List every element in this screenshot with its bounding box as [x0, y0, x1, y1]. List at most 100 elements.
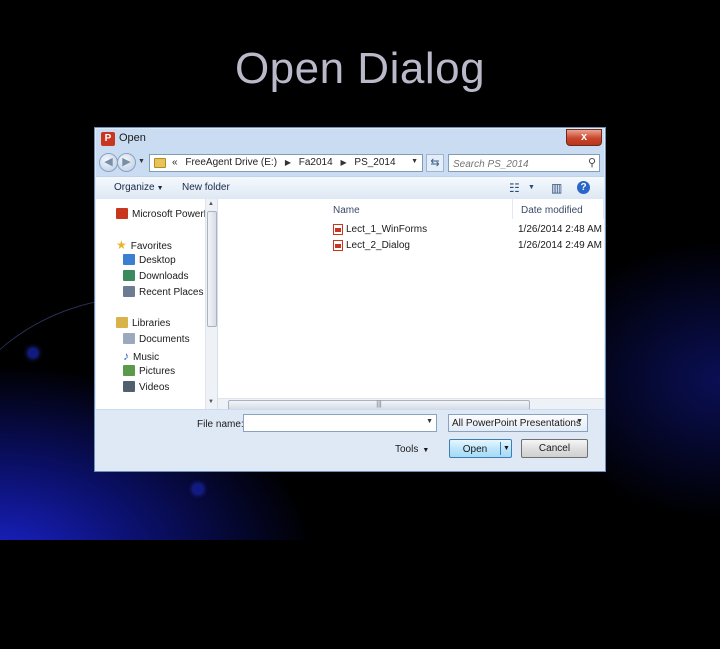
- navigation-bar: ◀ ▶ ▼ « FreeAgent Drive (E:) ▶ Fa2014 ▶ …: [95, 151, 605, 175]
- recent-pages-dropdown[interactable]: ▼: [138, 158, 145, 165]
- preview-pane-icon[interactable]: ▥: [551, 181, 562, 195]
- breadcrumb-folder[interactable]: Fa2014: [299, 157, 333, 168]
- search-input[interactable]: [451, 156, 583, 172]
- tools-button[interactable]: Tools ▼: [395, 444, 429, 455]
- music-icon: ♪: [123, 349, 129, 363]
- file-name-input[interactable]: [246, 416, 420, 432]
- refresh-button[interactable]: ⇆: [426, 154, 444, 172]
- nav-item-label: Libraries: [132, 318, 171, 329]
- table-row[interactable]: Lect_2_Dialog 1/26/2014 2:49 AM: [218, 239, 604, 253]
- nav-item-music[interactable]: ♪ Music: [123, 349, 159, 363]
- help-icon[interactable]: ?: [577, 181, 590, 194]
- star-icon: ★: [116, 238, 127, 252]
- navigation-pane: Microsoft PowerPo ★ Favorites Desktop Dow…: [96, 199, 218, 409]
- command-bar: Organize ▼ New folder ☷ ▼ ▥ ?: [96, 176, 604, 200]
- nav-item-pictures[interactable]: Pictures: [123, 365, 175, 379]
- close-button[interactable]: x: [566, 129, 602, 146]
- nav-pane-scrollbar[interactable]: ▲ ▼: [205, 199, 217, 409]
- nav-item-label: Recent Places: [139, 287, 204, 298]
- nav-item-documents[interactable]: Documents: [123, 333, 190, 347]
- dialog-title: Open: [119, 132, 146, 144]
- scroll-down-icon[interactable]: ▼: [208, 399, 214, 405]
- chevron-right-icon[interactable]: ▶: [340, 158, 346, 167]
- nav-item-powerpoint[interactable]: Microsoft PowerPo: [116, 208, 216, 222]
- desktop-icon: [123, 254, 135, 265]
- dialog-titlebar[interactable]: P Open x: [95, 128, 605, 150]
- breadcrumb-current[interactable]: PS_2014: [354, 157, 395, 168]
- file-type-select[interactable]: All PowerPoint Presentations ▼: [448, 414, 588, 432]
- table-row[interactable]: Lect_1_WinForms 1/26/2014 2:48 AM: [218, 223, 604, 237]
- folder-icon: [154, 158, 166, 168]
- powerpoint-icon: [116, 208, 128, 219]
- address-dropdown-icon[interactable]: ▼: [411, 158, 418, 165]
- nav-item-favorites[interactable]: ★ Favorites: [116, 238, 172, 252]
- chevron-down-icon[interactable]: ▼: [503, 445, 510, 452]
- sort-ascending-icon: ^: [418, 199, 422, 203]
- powerpoint-file-icon: [333, 224, 343, 235]
- organize-button[interactable]: Organize ▼: [114, 182, 164, 193]
- breadcrumb-overflow[interactable]: «: [172, 157, 178, 168]
- open-button[interactable]: Open ▼: [449, 439, 512, 458]
- nav-item-recent-places[interactable]: Recent Places: [123, 286, 203, 300]
- file-name-combobox[interactable]: ▼: [243, 414, 437, 432]
- dialog-footer: File name: ▼ All PowerPoint Presentation…: [96, 410, 604, 470]
- address-bar[interactable]: « FreeAgent Drive (E:) ▶ Fa2014 ▶ PS_201…: [149, 154, 423, 172]
- pictures-icon: [123, 365, 135, 376]
- view-options-icon[interactable]: ☷: [509, 181, 520, 195]
- open-dialog: P Open x ◀ ▶ ▼ « FreeAgent Drive (E:) ▶ …: [94, 127, 606, 472]
- chevron-right-icon[interactable]: ▶: [285, 158, 291, 167]
- nav-item-label: Music: [133, 352, 160, 363]
- breadcrumb: « FreeAgent Drive (E:) ▶ Fa2014 ▶ PS_201…: [172, 157, 401, 168]
- view-dropdown-icon[interactable]: ▼: [528, 184, 535, 191]
- tools-label: Tools: [395, 444, 419, 455]
- scroll-up-icon[interactable]: ▲: [208, 201, 214, 207]
- powerpoint-file-icon: [333, 240, 343, 251]
- nav-item-label: Desktop: [139, 255, 176, 266]
- decorative-dot: [28, 348, 38, 358]
- nav-item-downloads[interactable]: Downloads: [123, 270, 188, 284]
- back-button[interactable]: ◀: [99, 153, 118, 172]
- file-list-scrollbar[interactable]: |||: [218, 398, 604, 409]
- open-button-label: Open: [462, 444, 488, 455]
- nav-item-label: Downloads: [139, 271, 189, 282]
- documents-icon: [123, 333, 135, 344]
- nav-item-label: Pictures: [139, 366, 176, 377]
- nav-item-libraries[interactable]: Libraries: [116, 317, 170, 331]
- downloads-icon: [123, 270, 135, 281]
- file-date: 1/26/2014 2:49 AM: [518, 240, 602, 251]
- file-name: Lect_2_Dialog: [346, 240, 410, 251]
- libraries-icon: [116, 317, 128, 328]
- column-header-label: Name: [333, 205, 360, 216]
- column-header-name[interactable]: ^ Name: [318, 199, 513, 219]
- column-header-date-modified[interactable]: Date modified: [513, 199, 604, 219]
- search-box[interactable]: ⚲: [448, 154, 600, 172]
- file-date: 1/26/2014 2:48 AM: [518, 224, 602, 235]
- slide-title: Open Dialog: [234, 44, 486, 93]
- decorative-dot: [193, 484, 203, 494]
- organize-label: Organize: [114, 182, 155, 193]
- recent-places-icon: [123, 286, 135, 297]
- powerpoint-app-icon: P: [101, 132, 115, 146]
- nav-item-label: Favorites: [130, 241, 172, 252]
- file-list: ^ Name Date modified Lect_1_WinForms 1/2…: [218, 199, 604, 409]
- forward-button[interactable]: ▶: [117, 153, 136, 172]
- column-header-label: Date modified: [521, 205, 583, 216]
- chevron-down-icon: ▼: [422, 447, 430, 454]
- nav-item-label: Videos: [139, 382, 170, 393]
- nav-item-label: Microsoft PowerPo: [132, 209, 216, 220]
- chevron-down-icon: ▼: [156, 185, 164, 192]
- search-icon[interactable]: ⚲: [588, 156, 596, 169]
- breadcrumb-drive[interactable]: FreeAgent Drive (E:): [185, 157, 277, 168]
- nav-item-label: Documents: [139, 334, 190, 345]
- new-folder-button[interactable]: New folder: [182, 182, 230, 193]
- scroll-thumb[interactable]: [207, 211, 217, 327]
- videos-icon: [123, 381, 135, 392]
- split-divider: [500, 442, 501, 455]
- cancel-button[interactable]: Cancel: [521, 439, 588, 458]
- file-name: Lect_1_WinForms: [346, 224, 428, 235]
- nav-item-videos[interactable]: Videos: [123, 381, 169, 395]
- chevron-down-icon[interactable]: ▼: [426, 418, 433, 425]
- file-name-label: File name:: [197, 419, 244, 430]
- nav-item-desktop[interactable]: Desktop: [123, 254, 176, 268]
- scroll-thumb[interactable]: |||: [228, 400, 530, 409]
